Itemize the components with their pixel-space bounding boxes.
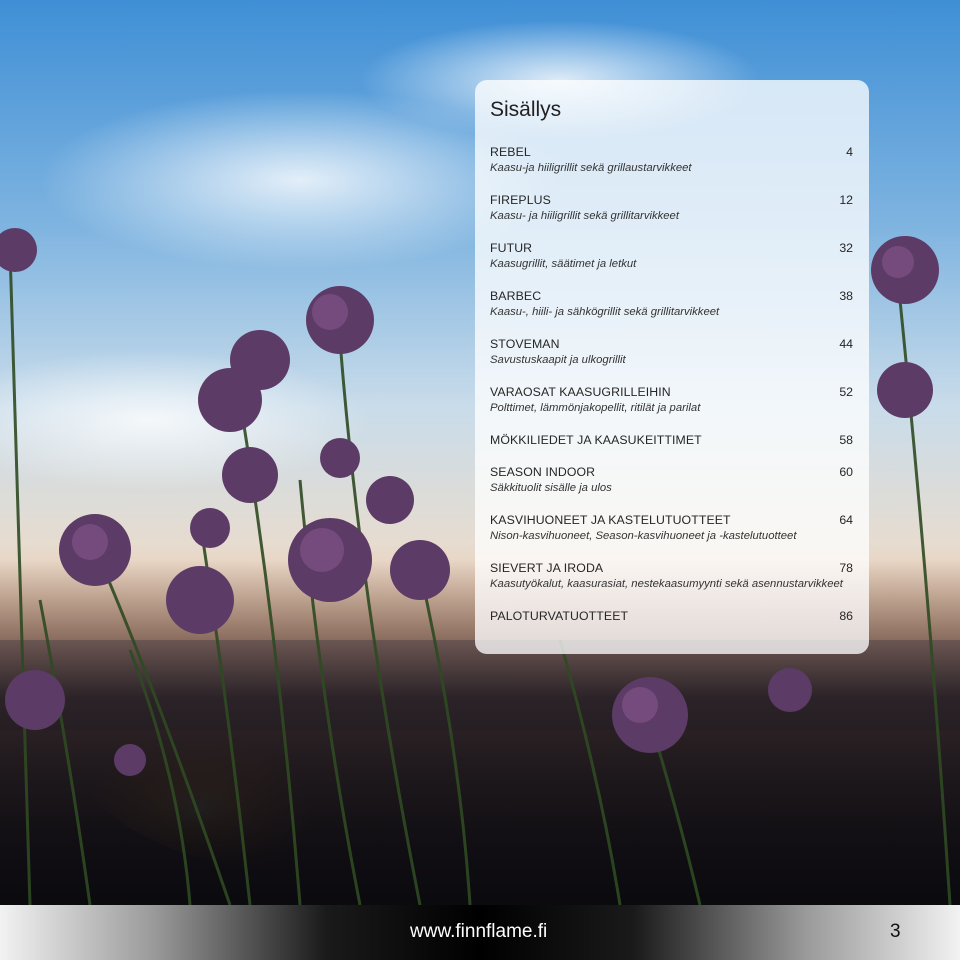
toc-entry-name: PALOTURVATUOTTEET: [490, 609, 629, 623]
toc-entry-mokkiliedet[interactable]: MÖKKILIEDET JA KAASUKEITTIMET 58: [490, 432, 853, 448]
toc-entry-page: 60: [839, 465, 853, 479]
page-footer: www.finnflame.fi 3: [0, 905, 960, 960]
page-number: 3: [890, 921, 901, 942]
toc-entry-page: 58: [839, 433, 853, 447]
toc-entry-page: 4: [846, 145, 853, 159]
toc-entry-page: 52: [839, 385, 853, 399]
toc-entry-name: MÖKKILIEDET JA KAASUKEITTIMET: [490, 433, 702, 447]
toc-entry-barbec[interactable]: BARBEC 38 Kaasu-, hiili- ja sähkögrillit…: [490, 288, 853, 320]
toc-entry-name: REBEL: [490, 145, 531, 159]
toc-entry-subtitle: Säkkituolit sisälle ja ulos: [490, 482, 612, 494]
toc-entry-varaosat[interactable]: VARAOSAT KAASUGRILLEIHIN 52 Polttimet, l…: [490, 384, 853, 416]
toc-entry-name: FUTUR: [490, 241, 533, 255]
table-of-contents-panel: Sisällys REBEL 4 Kaasu-ja hiiligrillit s…: [475, 80, 869, 654]
toc-entry-stoveman[interactable]: STOVEMAN 44 Savustuskaapit ja ulkogrilli…: [490, 336, 853, 368]
toc-entry-subtitle: Kaasu- ja hiiligrillit sekä grillitarvik…: [490, 210, 679, 222]
toc-entry-subtitle: Polttimet, lämmönjakopellit, ritilät ja …: [490, 402, 701, 414]
toc-entry-subtitle: Nison-kasvihuoneet, Season-kasvihuoneet …: [490, 530, 797, 542]
toc-entry-page: 86: [839, 609, 853, 623]
toc-entry-subtitle: Kaasutyökalut, kaasurasiat, nestekaasumy…: [490, 578, 843, 590]
toc-entry-subtitle: Savustuskaapit ja ulkogrillit: [490, 354, 626, 366]
toc-entry-name: SIEVERT JA IRODA: [490, 561, 604, 575]
toc-entry-futur[interactable]: FUTUR 32 Kaasugrillit, säätimet ja letku…: [490, 240, 853, 272]
toc-entry-fireplus[interactable]: FIREPLUS 12 Kaasu- ja hiiligrillit sekä …: [490, 192, 853, 224]
toc-entry-subtitle: Kaasu-ja hiiligrillit sekä grillaustarvi…: [490, 162, 692, 174]
toc-entry-sievert[interactable]: SIEVERT JA IRODA 78 Kaasutyökalut, kaasu…: [490, 560, 853, 592]
toc-entry-name: BARBEC: [490, 289, 542, 303]
toc-entry-rebel[interactable]: REBEL 4 Kaasu-ja hiiligrillit sekä grill…: [490, 144, 853, 176]
toc-entry-page: 44: [839, 337, 853, 351]
toc-entry-subtitle: Kaasu-, hiili- ja sähkögrillit sekä gril…: [490, 306, 720, 318]
toc-entry-page: 78: [839, 561, 853, 575]
toc-entry-name: FIREPLUS: [490, 193, 551, 207]
toc-entry-name: STOVEMAN: [490, 337, 560, 351]
toc-entry-paloturva[interactable]: PALOTURVATUOTTEET 86: [490, 608, 853, 624]
toc-entry-name: SEASON INDOOR: [490, 465, 596, 479]
toc-entry-page: 38: [839, 289, 853, 303]
toc-entry-name: VARAOSAT KAASUGRILLEIHIN: [490, 385, 671, 399]
toc-entry-subtitle: Kaasugrillit, säätimet ja letkut: [490, 258, 637, 270]
toc-entry-page: 64: [839, 513, 853, 527]
toc-entry-kasvihuoneet[interactable]: KASVIHUONEET JA KASTELUTUOTTEET 64 Nison…: [490, 512, 853, 544]
toc-entry-page: 12: [839, 193, 853, 207]
website-link[interactable]: www.finnflame.fi: [410, 921, 547, 943]
toc-entry-page: 32: [839, 241, 853, 255]
toc-entry-name: KASVIHUONEET JA KASTELUTUOTTEET: [490, 513, 731, 527]
toc-title: Sisällys: [490, 98, 562, 121]
toc-entry-season-indoor[interactable]: SEASON INDOOR 60 Säkkituolit sisälle ja …: [490, 464, 853, 496]
